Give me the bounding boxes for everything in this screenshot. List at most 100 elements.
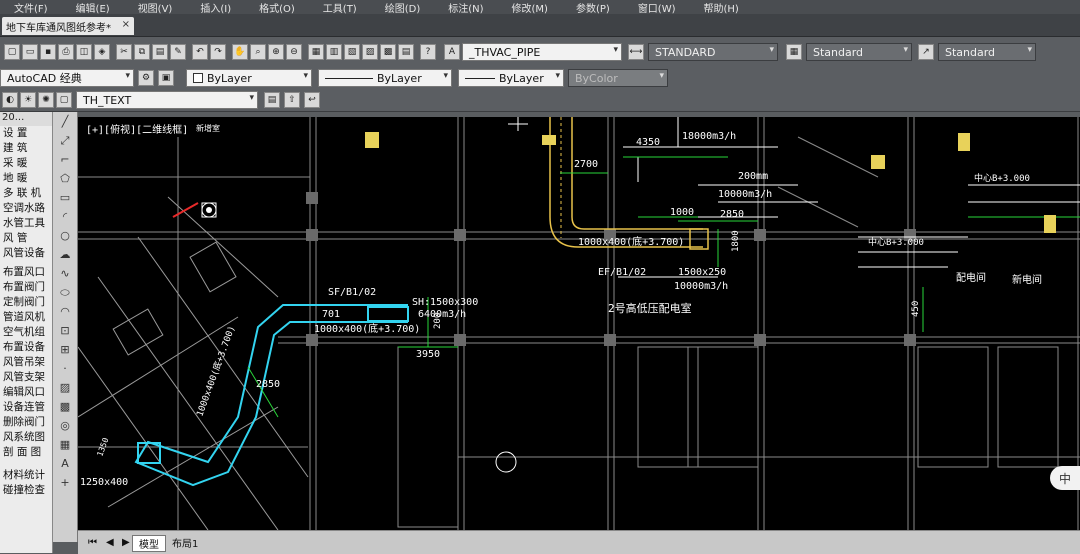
panel-item[interactable]: 风管支架 <box>0 370 52 385</box>
undo-icon[interactable]: ↶ <box>192 44 208 60</box>
print-icon[interactable]: ⎙ <box>58 44 74 60</box>
color-select[interactable]: ByLayer ▾ <box>186 69 312 87</box>
table-style-select[interactable]: Standard ▾ <box>806 43 912 61</box>
panel-item[interactable]: 地 暖 <box>0 171 52 186</box>
insert-block-icon[interactable]: ⊡ <box>57 323 73 338</box>
panel-item[interactable]: 风系统图 <box>0 430 52 445</box>
dim-style-select[interactable]: STANDARD ▾ <box>648 43 778 61</box>
preview-icon[interactable]: ◫ <box>76 44 92 60</box>
panel-item[interactable]: 风 管 <box>0 231 52 246</box>
menu-dimension[interactable]: 标注(N) <box>434 0 497 15</box>
redo-icon[interactable]: ↷ <box>210 44 226 60</box>
panel-item[interactable]: 设 置 <box>0 126 52 141</box>
publish-icon[interactable]: ◈ <box>94 44 110 60</box>
line-icon[interactable]: ╱ <box>57 114 73 129</box>
properties-icon[interactable]: ▦ <box>308 44 324 60</box>
layer-previous-icon[interactable]: ↩ <box>304 92 320 108</box>
gear-icon[interactable]: ⚙ <box>138 70 154 86</box>
open-icon[interactable]: ▭ <box>22 44 38 60</box>
new-icon[interactable]: ▢ <box>4 44 20 60</box>
zoom-previous-icon[interactable]: ⊖ <box>286 44 302 60</box>
drawing-canvas[interactable]: [+][俯视][二维线框] 新增室 4350 2700 2850 1000 18… <box>78 117 1080 530</box>
workspace-settings-icon[interactable]: ▣ <box>158 70 174 86</box>
panel-item[interactable]: 剖 面 图 <box>0 445 52 460</box>
table-style-icon[interactable]: ▦ <box>786 44 802 60</box>
dim-style-icon[interactable]: ⟷ <box>628 44 644 60</box>
linetype-select[interactable]: ByLayer ▾ <box>318 69 452 87</box>
polygon-icon[interactable]: ⬠ <box>57 171 73 186</box>
panel-item[interactable]: 布置设备 <box>0 340 52 355</box>
zoom-window-icon[interactable]: ⊕ <box>268 44 284 60</box>
ime-indicator[interactable]: 中 <box>1050 466 1080 490</box>
panel-item[interactable]: 删除阀门 <box>0 415 52 430</box>
rectangle-icon[interactable]: ▭ <box>57 190 73 205</box>
multileader-style-icon[interactable]: ↗ <box>918 44 934 60</box>
polyline-icon[interactable]: ⌐ <box>57 152 73 167</box>
menu-draw[interactable]: 绘图(D) <box>371 0 435 15</box>
document-tab[interactable]: 地下车库通风图纸参考* × <box>2 17 134 35</box>
plotstyle-select[interactable]: ByColor ▾ <box>568 69 668 87</box>
menu-tools[interactable]: 工具(T) <box>309 0 371 15</box>
construction-line-icon[interactable]: ⤢ <box>57 133 73 148</box>
menu-view[interactable]: 视图(V) <box>124 0 187 15</box>
pan-icon[interactable]: ✋ <box>232 44 248 60</box>
layer-on-icon[interactable]: ◐ <box>2 92 18 108</box>
text-style-icon[interactable]: A <box>444 44 460 60</box>
lock-icon[interactable]: ▢ <box>56 92 72 108</box>
panel-item[interactable]: 空气机组 <box>0 325 52 340</box>
paste-icon[interactable]: ▤ <box>152 44 168 60</box>
menu-window[interactable]: 窗口(W) <box>624 0 690 15</box>
save-icon[interactable]: ▪ <box>40 44 56 60</box>
zoom-realtime-icon[interactable]: ⌕ <box>250 44 266 60</box>
mtext-icon[interactable]: A <box>57 456 73 471</box>
panel-item[interactable]: 布置阀门 <box>0 280 52 295</box>
lightbulb-icon[interactable]: ☀ <box>20 92 36 108</box>
panel-item[interactable]: 采 暖 <box>0 156 52 171</box>
cut-icon[interactable]: ✂ <box>116 44 132 60</box>
panel-item[interactable]: 风管设备 <box>0 246 52 261</box>
spline-icon[interactable]: ∿ <box>57 266 73 281</box>
menu-help[interactable]: 帮助(H) <box>690 0 753 15</box>
panel-item[interactable]: 定制阀门 <box>0 295 52 310</box>
panel-item[interactable]: 风管吊架 <box>0 355 52 370</box>
hatch-icon[interactable]: ▨ <box>57 380 73 395</box>
lineweight-select[interactable]: ByLayer ▾ <box>458 69 564 87</box>
layer-properties-icon[interactable]: ▤ <box>264 92 280 108</box>
panel-item[interactable]: 多 联 机 <box>0 186 52 201</box>
gradient-icon[interactable]: ▩ <box>57 399 73 414</box>
ellipse-icon[interactable]: ⬭ <box>57 285 73 300</box>
panel-item[interactable]: 设备连管 <box>0 400 52 415</box>
markup-icon[interactable]: ▩ <box>380 44 396 60</box>
multileader-style-select[interactable]: Standard ▾ <box>938 43 1036 61</box>
menu-modify[interactable]: 修改(M) <box>498 0 562 15</box>
make-block-icon[interactable]: ⊞ <box>57 342 73 357</box>
panel-item[interactable]: 编辑风口 <box>0 385 52 400</box>
panel-item[interactable]: 材料统计 <box>0 468 52 483</box>
design-center-icon[interactable]: ▥ <box>326 44 342 60</box>
menu-format[interactable]: 格式(O) <box>245 0 309 15</box>
menu-insert[interactable]: 插入(I) <box>186 0 245 15</box>
copy-icon[interactable]: ⧉ <box>134 44 150 60</box>
calculator-icon[interactable]: ▤ <box>398 44 414 60</box>
panel-item[interactable]: 布置风口 <box>0 265 52 280</box>
workspace-select[interactable]: AutoCAD 经典 ▾ <box>0 69 134 87</box>
add-icon[interactable]: + <box>57 475 73 490</box>
make-current-icon[interactable]: ⇧ <box>284 92 300 108</box>
arc-icon[interactable]: ◜ <box>57 209 73 224</box>
revision-cloud-icon[interactable]: ☁ <box>57 247 73 262</box>
tool-palette-icon[interactable]: ▧ <box>344 44 360 60</box>
sun-icon[interactable]: ✺ <box>38 92 54 108</box>
panel-item[interactable]: 管道风机 <box>0 310 52 325</box>
match-properties-icon[interactable]: ✎ <box>170 44 186 60</box>
tab-model[interactable]: 模型 <box>132 535 166 552</box>
tab-layout1[interactable]: 布局1 <box>166 535 204 550</box>
close-icon[interactable]: × <box>122 19 130 30</box>
ellipse-arc-icon[interactable]: ◠ <box>57 304 73 319</box>
panel-item[interactable]: 空调水路 <box>0 201 52 216</box>
panel-item[interactable]: 建 筑 <box>0 141 52 156</box>
layer-select[interactable]: TH_TEXT ▾ <box>76 91 258 109</box>
text-style-select[interactable]: _THVAC_PIPE ▾ <box>462 43 622 61</box>
panel-item[interactable]: 碰撞检查 <box>0 483 52 498</box>
help-icon[interactable]: ? <box>420 44 436 60</box>
sheet-set-icon[interactable]: ▨ <box>362 44 378 60</box>
